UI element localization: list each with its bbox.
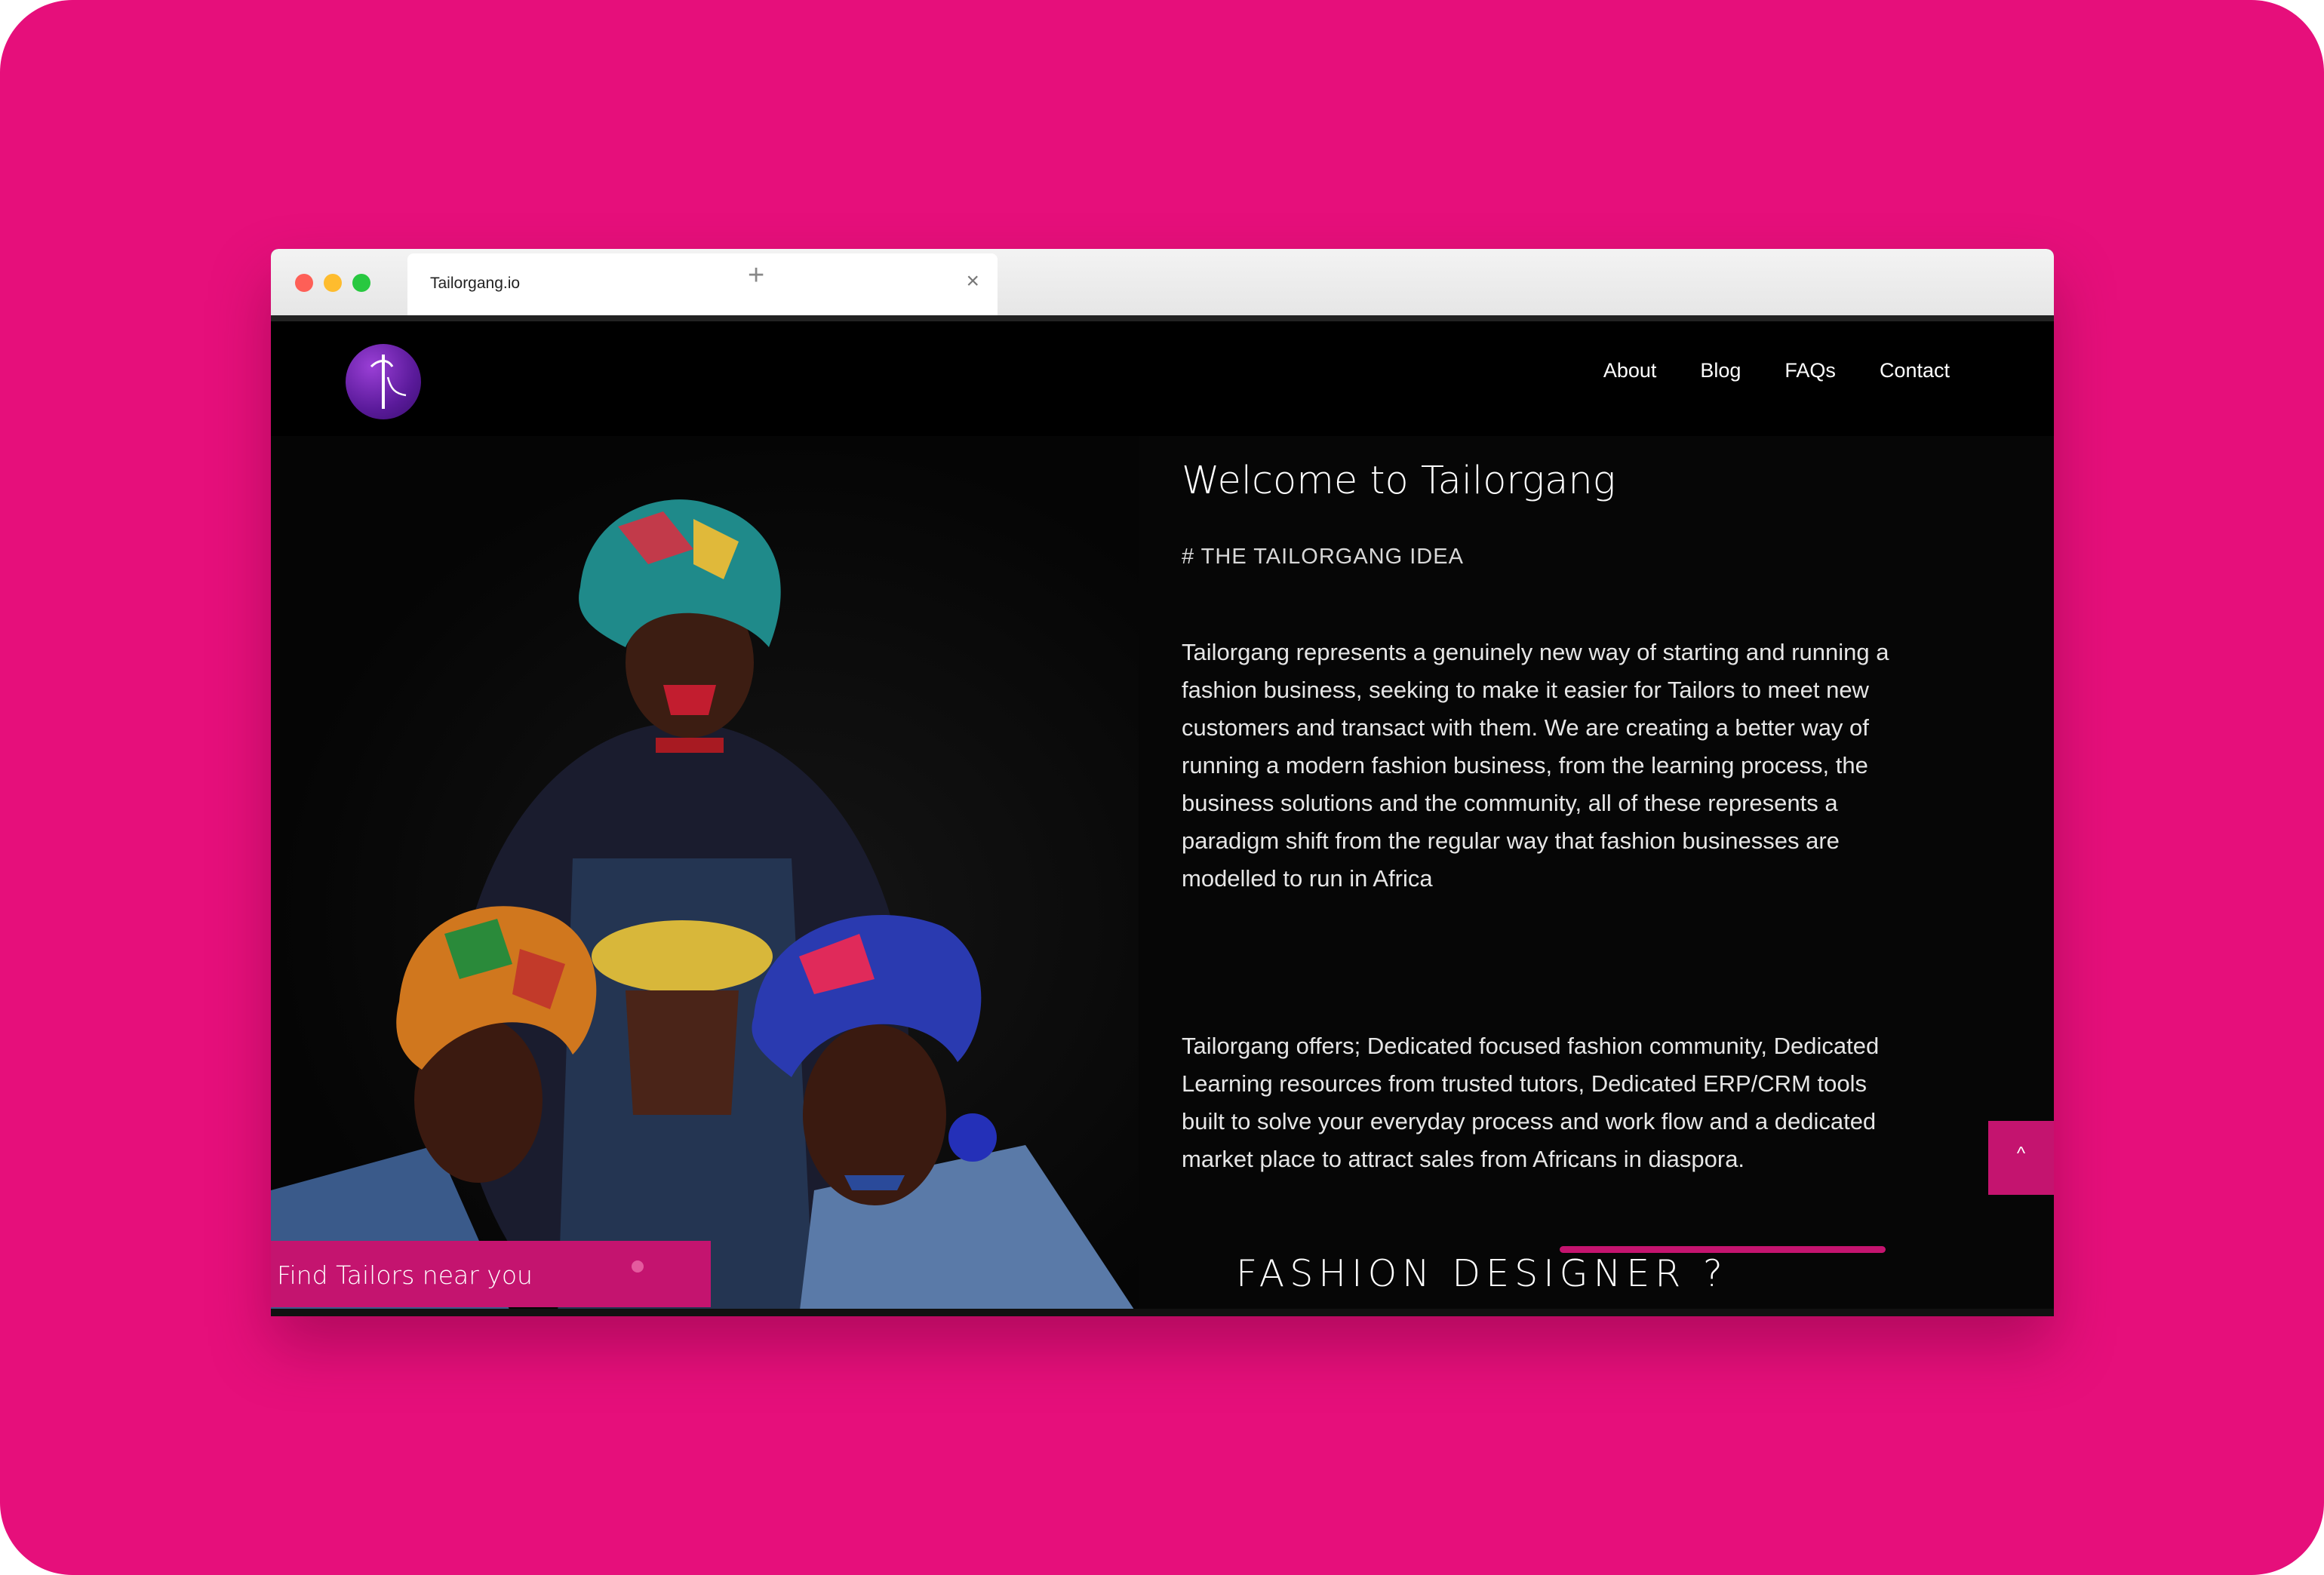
find-tailors-label: Find Tailors near you (277, 1260, 533, 1290)
close-window-button[interactable] (295, 274, 313, 292)
nav-about[interactable]: About (1603, 359, 1657, 382)
nav-blog[interactable]: Blog (1700, 359, 1741, 382)
fashion-designer-heading: FASHION DESIGNER ? (1236, 1252, 1728, 1295)
new-tab-icon[interactable]: + (748, 261, 764, 290)
section-subtitle: # THE TAILORGANG IDEA (1182, 545, 1464, 569)
browser-chrome: Tailorgang.io × + (271, 249, 2054, 317)
intro-paragraph: Tailorgang represents a genuinely new wa… (1182, 639, 1889, 892)
back-to-top-button[interactable]: ^ (1988, 1121, 2054, 1195)
tab-close-icon[interactable]: × (966, 270, 979, 293)
tab-title: Tailorgang.io (430, 275, 521, 292)
dot-indicator (632, 1260, 644, 1273)
browser-tab[interactable]: Tailorgang.io × (407, 253, 998, 317)
site-page: About Blog FAQs Contact Find Tailors nea… (271, 321, 2054, 1316)
minimize-window-button[interactable] (324, 274, 342, 292)
find-tailors-button[interactable]: Find Tailors near you (271, 1241, 711, 1307)
browser-window: Tailorgang.io × + About Blog FAQs Contac… (271, 249, 2054, 1316)
page-bottom-border (271, 1309, 2054, 1316)
page-title: Welcome to Tailorgang (1182, 459, 1616, 503)
nav-faqs[interactable]: FAQs (1784, 359, 1836, 382)
hero-image: Find Tailors near you (271, 436, 1139, 1316)
chrome-divider (271, 315, 2054, 321)
maximize-window-button[interactable] (352, 274, 370, 292)
main-nav: About Blog FAQs Contact (1603, 359, 1950, 382)
nav-contact[interactable]: Contact (1880, 359, 1950, 382)
navbar: About Blog FAQs Contact (271, 321, 2054, 436)
tailorgang-logo[interactable] (346, 344, 421, 419)
chevron-up-icon: ^ (2016, 1144, 2026, 1164)
designer-underline (1560, 1246, 1886, 1253)
offers-paragraph: Tailorgang offers; Dedicated focused fas… (1182, 1033, 1880, 1172)
